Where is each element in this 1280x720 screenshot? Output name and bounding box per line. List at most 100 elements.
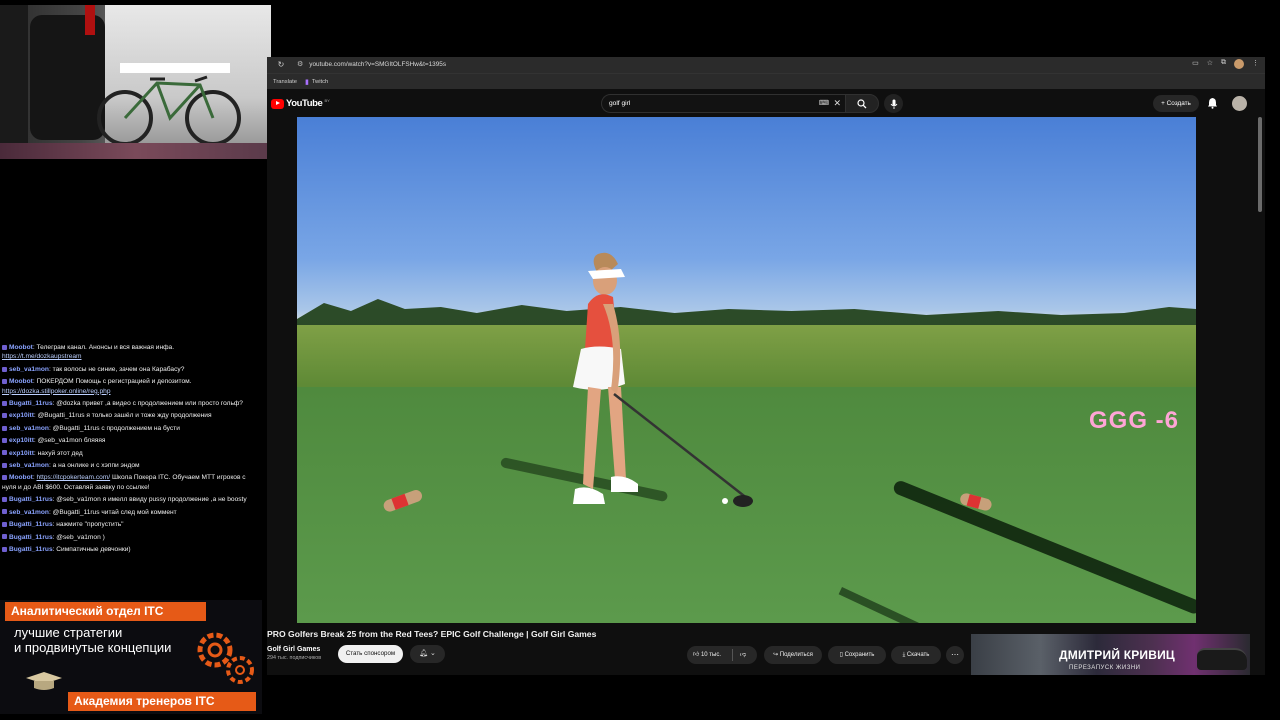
like-count: 10 тыс. (700, 652, 722, 658)
join-sponsor-button[interactable]: Стать спонсором (338, 645, 403, 663)
chat-link[interactable]: https://itcpokerteam.com/ (36, 474, 110, 481)
chat-username[interactable]: Bugatti_11rus (9, 546, 53, 553)
subscription-bell-button[interactable]: 🔔︎ ⌄ (410, 645, 445, 663)
chat-badge-icon (2, 534, 7, 540)
webcam-curtain (0, 5, 28, 159)
chat-text: @Bugatti_11rus я только зашёл и тоже жду… (37, 412, 212, 420)
chat-text: @Bugatti_11rus читай след мой коммент (52, 508, 177, 516)
chat-message: Bugatti_11rus: @seb_va1mon я имелл ввиду… (0, 494, 262, 506)
chat-badge-icon (2, 462, 7, 468)
chat-message: exp10itt: @Bugatti_11rus я только зашёл … (0, 410, 262, 422)
chat-message: Moobot: ПОКЕРДОМ Помощь с регистрацией и… (2, 378, 192, 395)
reload-icon[interactable]: ↻ (275, 59, 287, 71)
sidebar-ad[interactable]: ДМИТРИЙ КРИВИЦ ПЕРЕЗАПУСК ЖИЗНИ (971, 634, 1250, 675)
share-label: Поделиться (779, 652, 813, 658)
ad-header: Аналитический отдел ITC (5, 602, 206, 621)
url-field[interactable]: ⚙ youtube.com/watch?v=SMGItOLFSHw&t=1395… (297, 59, 1177, 71)
microphone-icon (890, 99, 897, 109)
chat-text: @seb_va1mon ) (56, 533, 105, 541)
twitch-icon: ▮ (304, 78, 309, 86)
stream-chat: Moobot: Телеграм канал. Анонсы и вся важ… (0, 342, 262, 556)
chat-text: @Bugatti_11rus с продолжением на бусти (52, 424, 180, 432)
youtube-country-code: BY (324, 98, 330, 103)
video-player[interactable]: GGG -6 (297, 117, 1196, 623)
chat-username[interactable]: exp10itt (9, 437, 34, 444)
voice-search-button[interactable] (884, 94, 903, 113)
scrollbar-thumb[interactable] (1258, 117, 1262, 212)
chat-text: ПОКЕРДОМ Помощь с регистрацией и депозит… (36, 378, 192, 386)
chat-text: @dozka привет ,а видео с продолжением ил… (56, 400, 243, 408)
chat-username[interactable]: Bugatti_11rus (9, 534, 53, 541)
side-ad-title: ДМИТРИЙ КРИВИЦ (1059, 648, 1175, 662)
itc-ad-banner[interactable]: Аналитический отдел ITC лучшие стратегии… (0, 600, 262, 714)
golfer-image (573, 252, 753, 507)
user-avatar[interactable] (1232, 96, 1247, 111)
star-icon[interactable]: ☆ (1207, 59, 1213, 69)
chat-text: @seb_va1mon я имелл ввиду pussy продолже… (56, 496, 247, 504)
save-button[interactable]: ▯ Сохранить (828, 646, 886, 664)
extensions-icon[interactable]: ⧉ (1221, 59, 1226, 69)
bicycle-image (97, 75, 241, 146)
chat-username[interactable]: exp10itt (9, 450, 34, 457)
dislike-button[interactable]: 👎︎ (740, 646, 746, 664)
bookmark-translate[interactable]: Translate (273, 79, 297, 85)
chat-username[interactable]: Moobot (9, 474, 33, 481)
channel-name[interactable]: Golf Girl Games (267, 646, 347, 653)
chat-badge-icon (2, 438, 7, 443)
chat-badge-icon (2, 546, 7, 552)
chevron-down-icon: ⌄ (429, 650, 436, 657)
chat-badge-icon (2, 450, 7, 456)
chat-username[interactable]: Bugatti_11rus (9, 400, 53, 407)
chat-username[interactable]: exp10itt (9, 412, 34, 419)
bookmark-twitch[interactable]: Twitch (312, 79, 328, 85)
ad-line-2: и продвинутые концепции (14, 640, 172, 655)
site-settings-icon[interactable]: ⚙ (297, 59, 303, 71)
youtube-header: YouTube BY golf girl ⌨ ✕ + Создать (267, 89, 1265, 117)
chat-message: Moobot: https://itcpokerteam.com/ Школа … (2, 474, 246, 491)
chat-text: а на онлике и с хэппи эндом (52, 462, 140, 470)
video-title: PRO Golfers Break 25 from the Red Tees? … (267, 629, 597, 639)
youtube-logo-text: YouTube (286, 98, 323, 109)
chat-message: Bugatti_11rus: @seb_va1mon ) (0, 532, 262, 544)
chat-message: Bugatti_11rus: @dozka привет ,а видео с … (0, 398, 262, 410)
like-button[interactable]: 👍︎ 10 тыс. (693, 646, 721, 664)
chat-username[interactable]: Bugatti_11rus (9, 496, 53, 503)
chat-message: seb_va1mon: @Bugatti_11rus с продолжение… (0, 423, 262, 435)
channel-info[interactable]: Golf Girl Games 294 тыс. подписчиков (267, 646, 347, 661)
chat-username[interactable]: seb_va1mon (9, 462, 49, 469)
profile-avatar[interactable] (1234, 59, 1244, 69)
cast-icon[interactable]: ▭ (1192, 59, 1199, 69)
screen: Moobot: Телеграм канал. Анонсы и вся важ… (0, 0, 1280, 720)
like-dislike-group: 👍︎ 10 тыс. 👎︎ (687, 646, 757, 664)
create-button[interactable]: + Создать (1153, 95, 1199, 112)
chat-username[interactable]: seb_va1mon (9, 425, 49, 432)
chat-text: Симпатичные девчонки) (56, 545, 131, 553)
chat-message: seb_va1mon: а на онлике и с хэппи эндом (0, 460, 262, 472)
youtube-logo[interactable]: YouTube BY (271, 98, 330, 109)
chat-badge-icon (2, 509, 7, 515)
chat-link[interactable]: https://dozka.stillpoker.online/reg.php (2, 388, 111, 395)
chat-link[interactable]: https://t.me/dozkaupstream (2, 353, 82, 360)
menu-dots-icon[interactable]: ⋮ (1252, 59, 1259, 69)
download-button[interactable]: ⤓ Скачать (891, 646, 941, 664)
keyboard-icon[interactable]: ⌨ (819, 95, 829, 112)
chat-username[interactable]: Bugatti_11rus (9, 521, 53, 528)
notifications-bell-icon[interactable] (1207, 97, 1218, 109)
chat-username[interactable]: seb_va1mon (9, 509, 49, 516)
clear-search-icon[interactable]: ✕ (833, 95, 841, 112)
chat-message: Bugatti_11rus: Симпатичные девчонки) (0, 544, 262, 556)
page-scrollbar[interactable] (1257, 117, 1263, 675)
chat-message: Moobot: Телеграм канал. Анонсы и вся важ… (2, 344, 175, 361)
chat-username[interactable]: Moobot (9, 344, 33, 351)
chat-username[interactable]: Moobot (9, 378, 33, 385)
search-button[interactable] (845, 94, 879, 113)
search-icon (857, 98, 867, 108)
search-input[interactable]: golf girl ⌨ ✕ (601, 94, 845, 113)
like-separator (732, 649, 733, 661)
webcam-red-object (85, 5, 95, 35)
ad-footer: Академия тренеров ITC (68, 692, 256, 711)
more-actions-button[interactable]: ⋯ (946, 646, 964, 664)
chat-username[interactable]: seb_va1mon (9, 366, 49, 373)
download-icon: ⤓ (902, 652, 906, 658)
share-button[interactable]: ↪ Поделиться (764, 646, 822, 664)
